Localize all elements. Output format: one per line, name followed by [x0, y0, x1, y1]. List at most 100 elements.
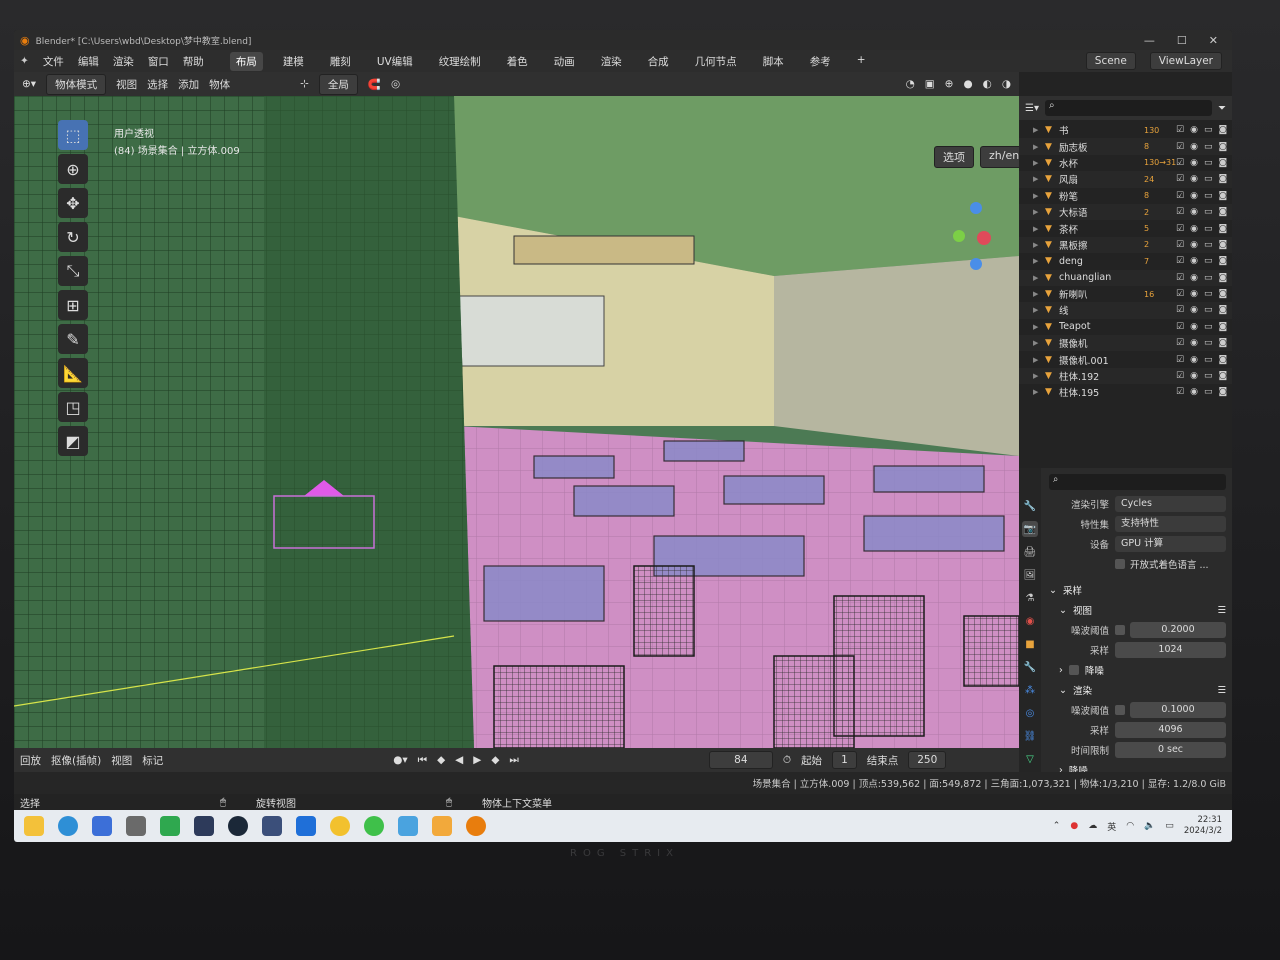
outliner-item-name[interactable]: 摄像机 [1059, 336, 1140, 350]
outliner-item-name[interactable]: 柱体.192 [1059, 369, 1140, 383]
tab-sculpting[interactable]: 雕刻 [324, 52, 357, 71]
expand-arrow-icon[interactable]: ▶ [1033, 159, 1041, 167]
outliner-item-name[interactable]: 茶杯 [1059, 222, 1140, 236]
expand-arrow-icon[interactable]: ▶ [1033, 290, 1041, 298]
snap-icon[interactable]: 🧲 [368, 78, 381, 91]
render-camera-icon[interactable]: ◙ [1218, 305, 1227, 315]
outliner-row[interactable]: ▶ ▼ 水杯 130→31 ☑ ◉ ▭ ◙ [1019, 155, 1232, 171]
eye-icon[interactable]: ◉ [1190, 273, 1198, 283]
select-checkbox-icon[interactable]: ☑ [1176, 355, 1184, 365]
sampling-section[interactable]: 采样 [1063, 583, 1082, 597]
outliner-item-name[interactable]: 大标语 [1059, 205, 1140, 219]
render-camera-icon[interactable]: ◙ [1218, 207, 1227, 217]
viewlayer-selector[interactable]: ViewLayer [1149, 52, 1222, 70]
render-camera-icon[interactable]: ◙ [1218, 125, 1227, 135]
select-checkbox-icon[interactable]: ☑ [1176, 142, 1184, 152]
render-camera-icon[interactable]: ◙ [1218, 191, 1227, 201]
pivot-icon[interactable]: ⊹ [300, 78, 309, 90]
eye-icon[interactable]: ◉ [1190, 289, 1198, 299]
prev-key-icon[interactable]: ◆ [437, 754, 445, 766]
yellow-app-icon[interactable] [330, 816, 350, 836]
outliner-row[interactable]: ▶ ▼ 大标语 2 ☑ ◉ ▭ ◙ [1019, 203, 1232, 221]
expand-arrow-icon[interactable]: ▶ [1033, 225, 1041, 233]
tab-shading[interactable]: 着色 [501, 52, 534, 71]
render-camera-icon[interactable]: ◙ [1218, 355, 1227, 365]
select-checkbox-icon[interactable]: ☑ [1176, 289, 1184, 299]
viewport-noise-checkbox[interactable] [1115, 625, 1125, 635]
ime-indicator[interactable]: 英 [1107, 820, 1116, 833]
select-checkbox-icon[interactable]: ☑ [1176, 158, 1184, 168]
eye-icon[interactable]: ◉ [1190, 240, 1198, 250]
menu-object[interactable]: 物体 [209, 77, 230, 92]
outliner-item-name[interactable]: 新喇叭 [1059, 287, 1140, 301]
eye-icon[interactable]: ◉ [1190, 174, 1198, 184]
timeline-view-menu[interactable]: 视图 [111, 753, 132, 768]
render-camera-icon[interactable]: ◙ [1218, 289, 1227, 299]
play-icon[interactable]: ▶ [473, 754, 481, 766]
render-camera-icon[interactable]: ◙ [1218, 240, 1227, 250]
transform-tool-icon[interactable]: ⊞ [58, 290, 88, 320]
steam-icon[interactable] [228, 816, 248, 836]
eye-icon[interactable]: ◉ [1190, 224, 1198, 234]
particles-tab-icon[interactable]: ⁂ [1022, 682, 1038, 698]
edge-icon[interactable] [58, 816, 78, 836]
render-list-icon[interactable]: ☰ [1217, 685, 1226, 696]
expand-arrow-icon[interactable]: ▶ [1033, 388, 1041, 396]
scene-tab-icon[interactable]: ⚗ [1022, 590, 1038, 606]
viewport-disable-icon[interactable]: ▭ [1204, 338, 1213, 348]
cloud-icon[interactable]: ☁ [1088, 821, 1097, 831]
select-checkbox-icon[interactable]: ☑ [1176, 125, 1184, 135]
select-checkbox-icon[interactable]: ☑ [1176, 338, 1184, 348]
eye-icon[interactable]: ◉ [1190, 125, 1198, 135]
expand-arrow-icon[interactable]: ▶ [1033, 323, 1041, 331]
xray-icon[interactable]: ▣ [925, 78, 935, 90]
viewport-disable-icon[interactable]: ▭ [1204, 289, 1213, 299]
expand-arrow-icon[interactable]: ▶ [1033, 175, 1041, 183]
solid-shading-icon[interactable]: ● [963, 78, 972, 90]
outliner-row[interactable]: ▶ ▼ chuanglian ☑ ◉ ▭ ◙ [1019, 269, 1232, 286]
measure-tool-icon[interactable]: 📐 [58, 358, 88, 388]
annotate-tool-icon[interactable]: ✎ [58, 324, 88, 354]
tab-compositing[interactable]: 合成 [642, 52, 675, 71]
transform-orientation[interactable]: 全局 [318, 73, 358, 95]
constraints-tab-icon[interactable]: ⛓ [1022, 728, 1038, 744]
viewport-disable-icon[interactable]: ▭ [1204, 207, 1213, 217]
viewport-disable-icon[interactable]: ▭ [1204, 240, 1213, 250]
outliner-item-name[interactable]: Teapot [1059, 321, 1140, 332]
viewport-disable-icon[interactable]: ▭ [1204, 305, 1213, 315]
expand-arrow-icon[interactable]: ▶ [1033, 372, 1041, 380]
modifier-tab-icon[interactable]: 🔧 [1022, 659, 1038, 675]
marker-menu[interactable]: 标记 [142, 753, 163, 768]
render-samples-field[interactable]: 4096 [1115, 722, 1226, 738]
photos-icon[interactable] [398, 816, 418, 836]
outliner-row[interactable]: ▶ ▼ 励志板 8 ☑ ◉ ▭ ◙ [1019, 138, 1232, 155]
jump-start-icon[interactable]: ⏮ [418, 754, 427, 767]
battery-icon[interactable]: ▭ [1165, 821, 1174, 831]
jump-end-icon[interactable]: ⏭ [509, 754, 518, 767]
tab-layout[interactable]: 布局 [229, 51, 263, 71]
select-checkbox-icon[interactable]: ☑ [1176, 256, 1184, 266]
select-checkbox-icon[interactable]: ☑ [1176, 224, 1184, 234]
eye-icon[interactable]: ◉ [1190, 191, 1198, 201]
cat-app-icon[interactable] [194, 816, 214, 836]
render-engine-select[interactable]: Cycles [1115, 496, 1226, 512]
outliner-editor-icon[interactable]: ☰▾ [1025, 103, 1039, 114]
select-checkbox-icon[interactable]: ☑ [1176, 387, 1184, 397]
tab-rendering[interactable]: 渲染 [595, 52, 628, 71]
eye-icon[interactable]: ◉ [1190, 305, 1198, 315]
viewport-disable-icon[interactable]: ▭ [1204, 256, 1213, 266]
outliner-item-name[interactable]: 励志板 [1059, 140, 1140, 154]
select-checkbox-icon[interactable]: ☑ [1176, 371, 1184, 381]
outliner-row[interactable]: ▶ ▼ 粉笔 8 ☑ ◉ ▭ ◙ [1019, 188, 1232, 204]
select-checkbox-icon[interactable]: ☑ [1176, 322, 1184, 332]
render-camera-icon[interactable]: ◙ [1218, 158, 1227, 168]
add-workspace-button[interactable]: + [851, 52, 872, 71]
feature-set-select[interactable]: 支持特性 [1115, 516, 1226, 532]
object-tab-icon[interactable]: ■ [1022, 636, 1038, 652]
viewport-disable-icon[interactable]: ▭ [1204, 174, 1213, 184]
move-tool-icon[interactable]: ✥ [58, 188, 88, 218]
outliner-row[interactable]: ▶ ▼ 摄像机 ☑ ◉ ▭ ◙ [1019, 335, 1232, 352]
viewport-disable-icon[interactable]: ▭ [1204, 273, 1213, 283]
menu-add[interactable]: 添加 [178, 77, 199, 92]
volume-icon[interactable]: 🔈 [1144, 821, 1155, 831]
